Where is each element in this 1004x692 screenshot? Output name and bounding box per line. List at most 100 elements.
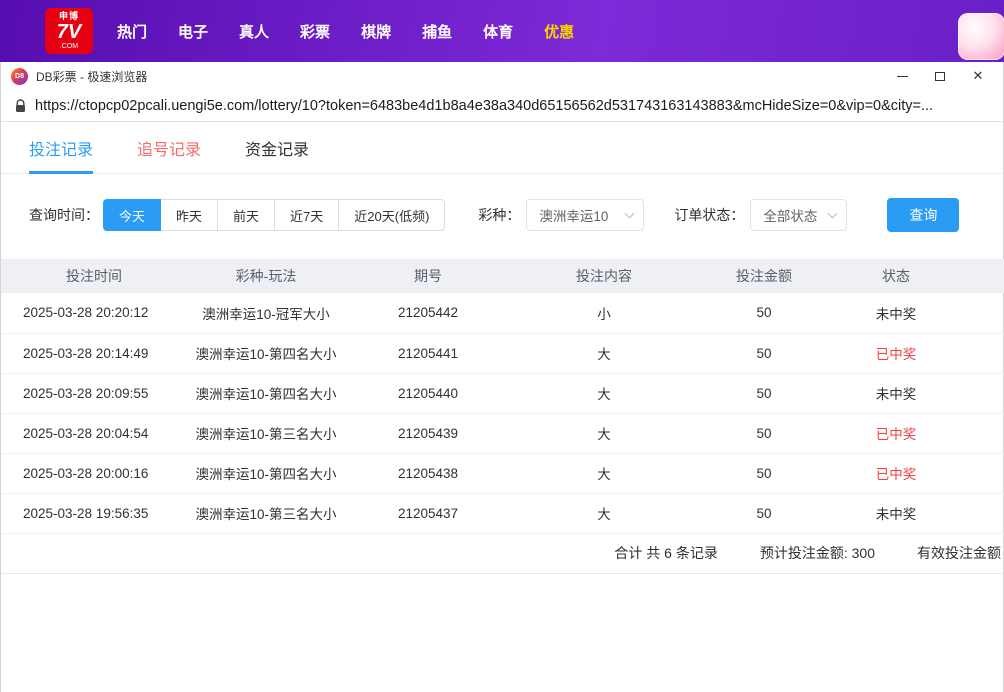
filler-cell xyxy=(961,293,1004,334)
maximize-button[interactable] xyxy=(921,63,959,89)
browser-title-bar: D8 DB彩票 - 极速浏览器 ✕ xyxy=(1,62,1003,90)
issue-cell: 21205438 xyxy=(345,453,511,494)
status-cell: 已中奖 xyxy=(831,413,961,454)
filler-cell xyxy=(961,453,1004,494)
logo-top-text: 申博 xyxy=(58,11,79,21)
address-bar: https://ctopcp02pcali.uengi5e.com/lotter… xyxy=(1,90,1003,122)
content-cell: 大 xyxy=(511,453,697,494)
bet-time-cell: 2025-03-28 20:00:16 xyxy=(1,453,187,494)
header-bet-time: 投注时间 xyxy=(66,268,122,284)
game-cell: 澳洲幸运10-第三名大小 xyxy=(187,493,345,534)
filler-cell xyxy=(961,413,1004,454)
content-cell: 大 xyxy=(511,413,697,454)
bet-time-cell: 2025-03-28 19:56:35 xyxy=(1,493,187,534)
content-cell: 大 xyxy=(511,333,697,374)
tab-bet-records[interactable]: 投注记录 xyxy=(29,122,94,174)
issue-cell: 21205442 xyxy=(345,293,511,334)
game-cell: 澳洲幸运10-第四名大小 xyxy=(187,333,345,374)
chevron-down-icon xyxy=(827,208,838,219)
screen: 申博 7V .COM 热门 电子 真人 彩票 棋牌 捕鱼 体育 优惠 D8 DB… xyxy=(0,0,1004,692)
lock-icon[interactable] xyxy=(15,98,26,113)
game-cell: 澳洲幸运10-第四名大小 xyxy=(187,373,345,414)
site-logo[interactable]: 申博 7V .COM xyxy=(45,8,93,54)
chevron-down-icon xyxy=(624,208,635,219)
game-cell: 澳洲幸运10-第四名大小 xyxy=(187,453,345,494)
summary-row: 合计 共 6 条记录 预计投注金额: 300 有效投注金额 xyxy=(1,534,1003,574)
game-cell: 澳洲幸运10-第三名大小 xyxy=(187,413,345,454)
order-status-label: 订单状态： xyxy=(674,207,745,223)
table-row: 2025-03-28 20:09:55 澳洲幸运10-第四名大小 2120544… xyxy=(1,373,1004,414)
time-filter-label: 查询时间： xyxy=(29,207,99,223)
nav-item-slots[interactable]: 电子 xyxy=(178,21,208,42)
bet-records-table: 投注时间 彩种-玩法 期号 投注内容 投注金额 状态 2025-03-28 20… xyxy=(1,259,1004,534)
nav-item-fishing[interactable]: 捕鱼 xyxy=(422,21,452,42)
nav-item-promo[interactable]: 优惠 xyxy=(544,21,574,42)
time-option-daybefore[interactable]: 前天 xyxy=(218,199,276,231)
logo-sub-text: .COM xyxy=(59,43,79,50)
browser-app-icon: D8 xyxy=(11,67,28,85)
site-header: 申博 7V .COM 热门 电子 真人 彩票 棋牌 捕鱼 体育 优惠 xyxy=(0,0,1004,62)
filler-cell xyxy=(961,333,1004,374)
time-option-today[interactable]: 今天 xyxy=(103,199,162,231)
record-tabs: 投注记录 追号记录 资金记录 xyxy=(1,122,1003,174)
order-status-select[interactable]: 全部状态 xyxy=(750,199,848,231)
nav-item-hot[interactable]: 热门 xyxy=(117,21,147,42)
site-nav: 热门 电子 真人 彩票 棋牌 捕鱼 体育 优惠 xyxy=(117,21,574,42)
nav-item-lottery[interactable]: 彩票 xyxy=(300,21,330,42)
amount-cell: 50 xyxy=(697,493,831,534)
filler-cell xyxy=(961,493,1004,534)
status-cell: 已中奖 xyxy=(831,333,961,374)
window-controls: ✕ xyxy=(883,63,997,89)
table-row: 2025-03-28 20:04:54 澳洲幸运10-第三名大小 2120543… xyxy=(1,413,1004,454)
table-row: 2025-03-28 19:56:35 澳洲幸运10-第三名大小 2120543… xyxy=(1,493,1004,534)
status-cell: 未中奖 xyxy=(831,493,961,534)
content-cell: 小 xyxy=(511,293,697,334)
bet-time-cell: 2025-03-28 20:14:49 xyxy=(1,333,187,374)
header-game: 彩种-玩法 xyxy=(235,268,297,284)
header-issue: 期号 xyxy=(414,268,442,284)
time-option-7days[interactable]: 近7天 xyxy=(275,199,340,231)
bet-time-cell: 2025-03-28 20:09:55 xyxy=(1,373,187,414)
lottery-select[interactable]: 澳洲幸运10 xyxy=(526,199,645,231)
nav-item-cards[interactable]: 棋牌 xyxy=(361,21,391,42)
url-input[interactable]: https://ctopcp02pcali.uengi5e.com/lotter… xyxy=(35,98,991,114)
issue-cell: 21205441 xyxy=(345,333,511,374)
minimize-icon xyxy=(896,75,908,77)
content-cell: 大 xyxy=(511,373,697,414)
query-button[interactable]: 查询 xyxy=(887,198,960,232)
game-cell: 澳洲幸运10-冠军大小 xyxy=(187,293,345,334)
browser-window: D8 DB彩票 - 极速浏览器 ✕ https://ctopcp02pcali.… xyxy=(0,62,1004,692)
header-status: 状态 xyxy=(882,268,910,284)
tab-chase-records[interactable]: 追号记录 xyxy=(137,122,201,173)
table-row: 2025-03-28 20:20:12 澳洲幸运10-冠军大小 21205442… xyxy=(1,293,1004,334)
time-option-20days[interactable]: 近20天(低频) xyxy=(339,199,446,231)
time-option-yesterday[interactable]: 昨天 xyxy=(161,199,219,231)
status-cell: 未中奖 xyxy=(831,373,961,414)
app-icon-text: D8 xyxy=(15,72,24,80)
tab-fund-records[interactable]: 资金记录 xyxy=(245,122,309,173)
lottery-select-value: 澳洲幸运10 xyxy=(539,209,609,224)
issue-cell: 21205437 xyxy=(345,493,511,534)
empty-area xyxy=(1,573,1003,692)
expected-amount-text: 预计投注金额: 300 xyxy=(759,545,875,561)
close-button[interactable]: ✕ xyxy=(959,63,997,89)
table-row: 2025-03-28 20:14:49 澳洲幸运10-第四名大小 2120544… xyxy=(1,333,1004,374)
header-filler xyxy=(961,259,1004,293)
close-icon: ✕ xyxy=(972,68,984,83)
header-bet-content: 投注内容 xyxy=(576,268,632,284)
valid-amount-text: 有效投注金额 xyxy=(917,545,1001,561)
filler-cell xyxy=(961,373,1004,414)
bet-time-cell: 2025-03-28 20:20:12 xyxy=(1,293,187,334)
issue-cell: 21205440 xyxy=(345,373,511,414)
nav-item-live[interactable]: 真人 xyxy=(239,21,269,42)
filter-bar: 查询时间： 今天 昨天 前天 近7天 近20天(低频) 彩种： 澳洲幸运10 订… xyxy=(1,198,1003,232)
total-records-text: 合计 共 6 条记录 xyxy=(614,545,718,561)
lottery-filter-label: 彩种： xyxy=(478,207,521,223)
issue-cell: 21205439 xyxy=(345,413,511,454)
logo-main-text: 7V xyxy=(56,21,82,43)
order-status-value: 全部状态 xyxy=(763,209,818,224)
user-avatar[interactable] xyxy=(958,13,1004,60)
minimize-button[interactable] xyxy=(883,63,921,89)
nav-item-sports[interactable]: 体育 xyxy=(483,21,513,42)
amount-cell: 50 xyxy=(697,453,831,494)
